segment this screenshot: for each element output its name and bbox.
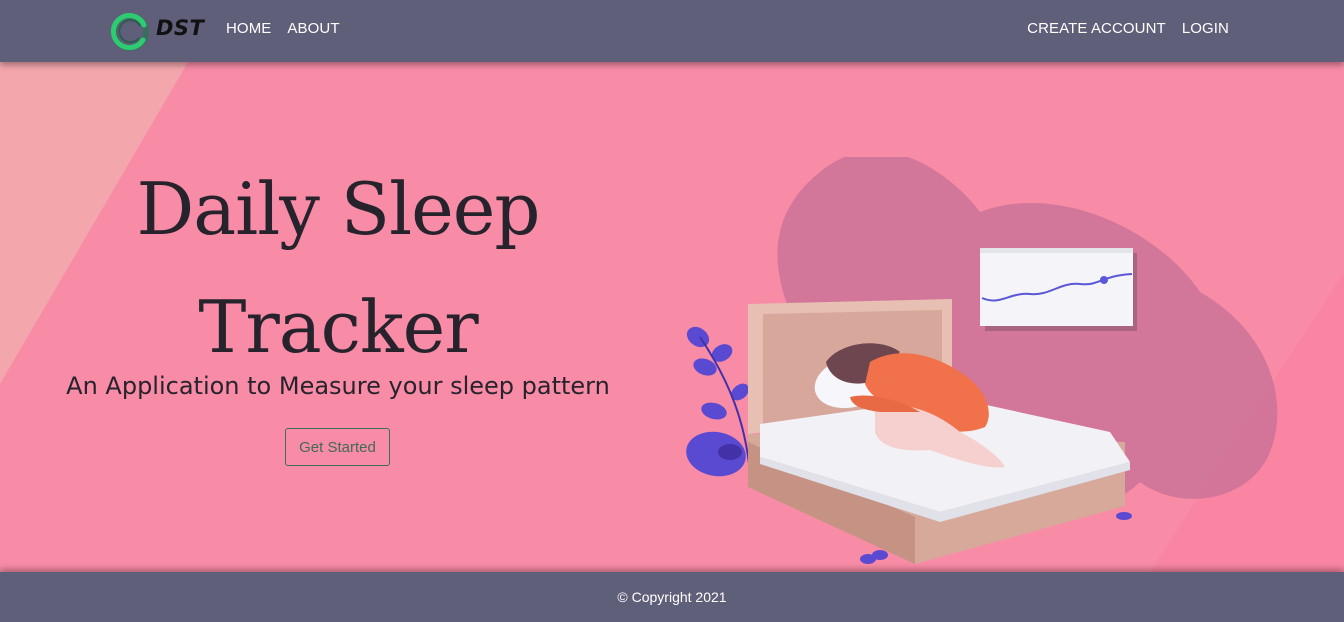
nav-right-links: CREATE ACCOUNT LOGIN <box>1027 20 1229 37</box>
logo-ring-icon <box>110 13 149 51</box>
nav-home-link[interactable]: HOME <box>226 20 271 37</box>
get-started-button[interactable]: Get Started <box>285 428 390 466</box>
brand-name: DST <box>156 16 205 40</box>
hero-section: Daily Sleep Tracker An Application to Me… <box>0 62 1344 572</box>
footer: © Copyright 2021 <box>0 572 1344 622</box>
navbar: DST HOME ABOUT CREATE ACCOUNT LOGIN <box>0 0 1344 62</box>
hero-title-line2: Tracker <box>198 285 478 369</box>
hero-title-line1: Daily Sleep <box>136 167 541 251</box>
nav-about-link[interactable]: ABOUT <box>287 20 339 37</box>
sleeping-woman-illustration <box>686 157 1278 564</box>
nav-left-links: HOME ABOUT <box>226 20 340 37</box>
brand-logo[interactable]: DST <box>110 11 204 53</box>
nav-create-account-link[interactable]: CREATE ACCOUNT <box>1027 20 1166 37</box>
hero-title: Daily Sleep Tracker <box>58 150 618 386</box>
nav-login-link[interactable]: LOGIN <box>1182 20 1229 37</box>
copyright-text: © Copyright 2021 <box>617 589 727 605</box>
hero-subtitle: An Application to Measure your sleep pat… <box>66 372 610 400</box>
